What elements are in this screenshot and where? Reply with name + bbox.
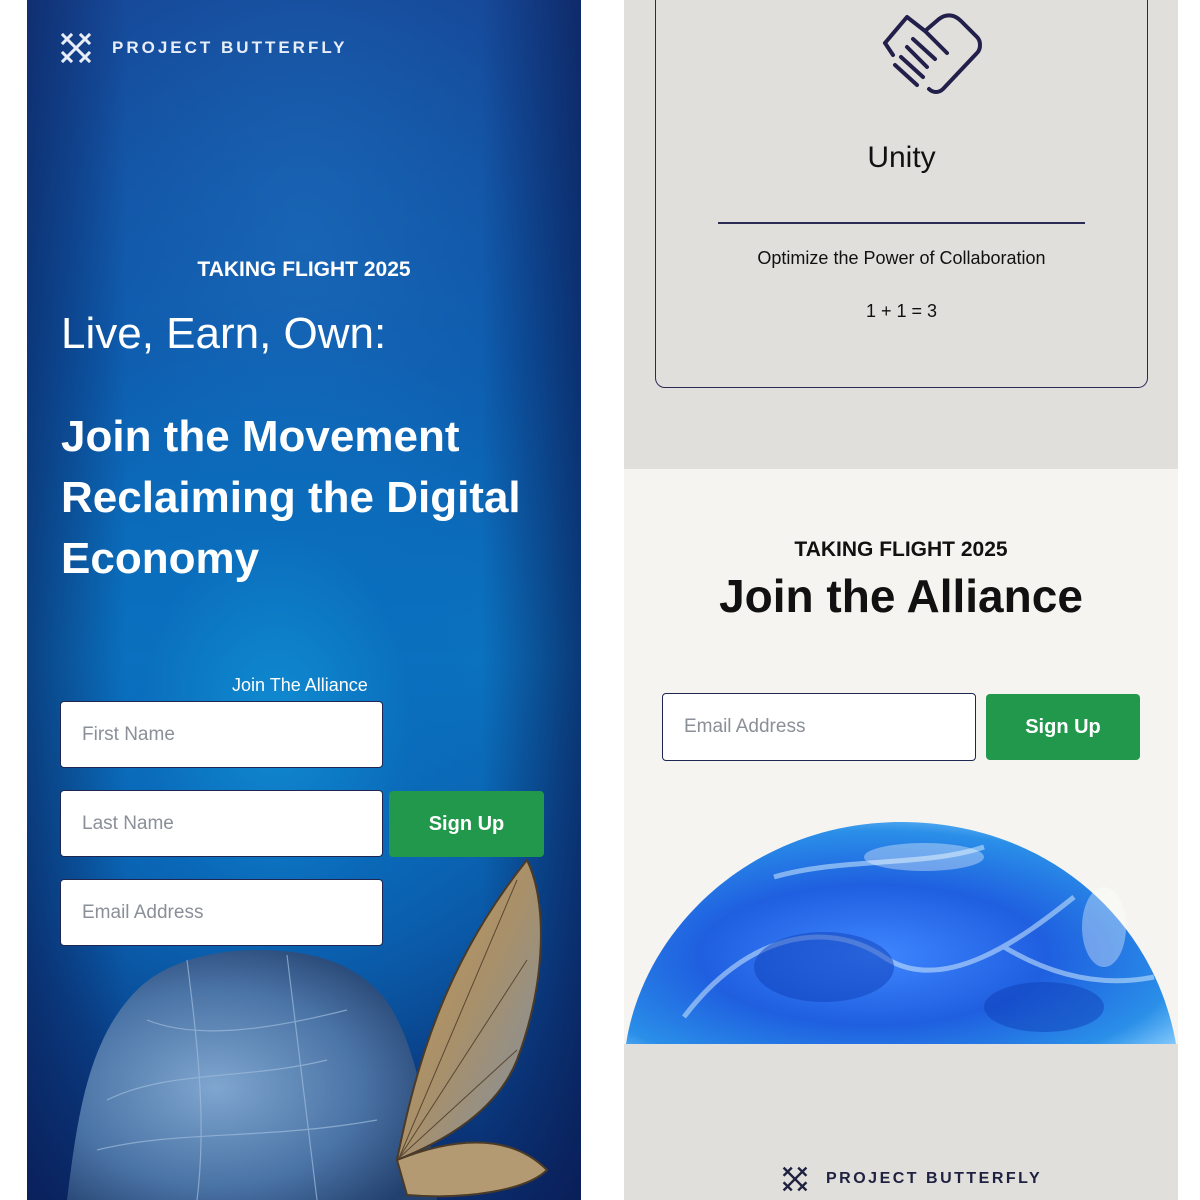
brand-name: PROJECT BUTTERFLY (826, 1170, 1043, 1187)
eyebrow-text: TAKING FLIGHT 2025 (794, 538, 1008, 561)
handshake-icon (883, 13, 982, 94)
glass-globe-image (626, 822, 1176, 1044)
divider (718, 222, 1085, 224)
card-subtitle: Optimize the Power of Collaboration (757, 248, 1046, 268)
hero-subheadline: Join the Movement Reclaiming the Digital… (61, 412, 521, 583)
alliance-headline: Join the Alliance (719, 570, 1083, 622)
signup-form-label: Join The Alliance (232, 675, 368, 695)
butterfly-figure-image (67, 858, 549, 1200)
hero-headline: Live, Earn, Own: (61, 309, 387, 358)
project-butterfly-logo-icon (60, 32, 92, 64)
card-title: Unity (867, 141, 936, 174)
footer-brand[interactable]: PROJECT BUTTERFLY (782, 1166, 1042, 1192)
brand-name: PROJECT BUTTERFLY (112, 38, 348, 57)
alliance-section: TAKING FLIGHT 2025 Join the Alliance Sig… (624, 469, 1178, 1044)
unity-card: Unity Optimize the Power of Collaboratio… (655, 0, 1148, 388)
project-butterfly-logo-icon (782, 1166, 808, 1192)
brand-header[interactable]: PROJECT BUTTERFLY (60, 32, 348, 64)
email-field[interactable] (662, 693, 976, 761)
card-equation: 1 + 1 = 3 (865, 301, 938, 321)
info-panel: Unity Optimize the Power of Collaboratio… (624, 0, 1178, 1200)
hero-panel: PROJECT BUTTERFLY TAKING FLIGHT 2025 Liv… (27, 0, 581, 1200)
footer: PROJECT BUTTERFLY (624, 1044, 1178, 1200)
eyebrow-text: TAKING FLIGHT 2025 (197, 258, 411, 281)
sign-up-button[interactable]: Sign Up (986, 694, 1140, 760)
first-name-field[interactable] (60, 701, 383, 768)
